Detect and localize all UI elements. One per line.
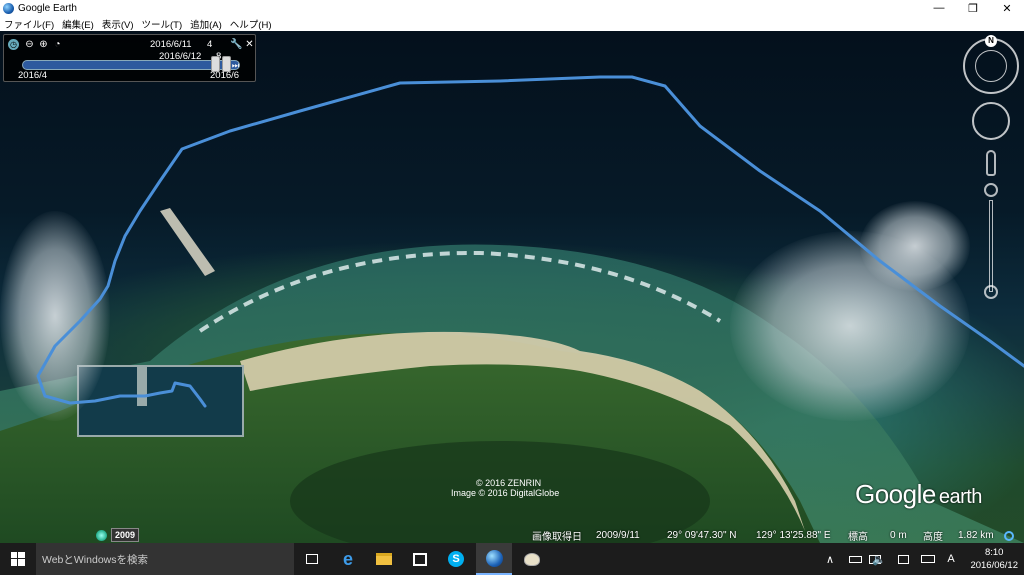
menu-edit[interactable]: 編集(E) [62,17,94,31]
north-icon[interactable]: N [985,35,997,47]
compass-inner[interactable] [975,50,1007,82]
task-view-icon[interactable] [294,543,330,575]
zoom-minus-icon[interactable] [984,285,998,299]
zoom-out-time-icon[interactable]: ⊖ [24,39,35,50]
menu-tools[interactable]: ツール(T) [141,17,182,31]
logo-google: Google [855,479,936,509]
wrench-icon[interactable]: 🔧 [230,39,242,50]
latitude: 29° 09'47.30" N [667,530,737,541]
range-start: 2016/4 [18,70,48,81]
taskbar-search-box[interactable]: WebとWindowsを検索 [36,543,294,575]
copyright-imagery: Image © 2016 DigitalGlobe [451,488,560,498]
menu-bar: ファイル(F) 編集(E) 表示(V) ツール(T) 追加(A) ヘルプ(H) [0,16,1024,31]
store-icon[interactable] [402,543,438,575]
clock-time: 8:10 [984,547,1004,558]
window-controls: — ❐ ✕ [922,0,1024,16]
keyboard-icon[interactable] [918,543,938,575]
edge-browser-icon[interactable]: e [330,543,366,575]
map-viewport[interactable]: N © 2016 ZENRIN Image © 2016 DigitalGlob… [0,31,1024,543]
navigation-controls: N [961,35,1021,299]
time-slider-track[interactable] [22,60,240,70]
elevation-label: 標高 [848,532,868,543]
ime-indicator[interactable]: A [944,543,958,575]
status-bar: 画像取得日 2009/9/11 29° 09'47.30" N 129° 13'… [0,528,1024,543]
altitude-label: 高度 [923,532,943,543]
time-slider-panel: ◷ ⊖ ⊕ ◔ 2016/6/11 4 🔧 ✕ 2016/6/12 8 ⏮ ⏭ … [3,34,256,82]
google-earth-logo: Google earth [855,479,982,510]
capture-date: 2009/9/11 [596,530,640,541]
title-bar: Google Earth — ❐ ✕ [0,0,1024,16]
current-date: 2016/6/11 [150,39,192,50]
volume-icon[interactable]: 🔈 [870,543,888,575]
play-icon[interactable]: ◔ [52,39,63,50]
range-end: 2016/6 [210,70,240,81]
paint-icon[interactable] [514,543,550,575]
window-title: Google Earth [18,2,77,14]
historical-clock-icon[interactable]: ◷ [8,39,19,50]
google-earth-taskbar-icon[interactable] [476,543,512,575]
altitude-value: 1.82 km [958,530,994,541]
capture-label: 画像取得日 [532,532,582,543]
gps-track [36,75,1024,408]
google-earth-app-icon [3,2,14,14]
zoom-slider[interactable] [989,200,993,292]
menu-file[interactable]: ファイル(F) [4,17,54,31]
battery-icon[interactable] [846,543,864,575]
minimize-button[interactable]: — [922,0,956,16]
action-center-icon[interactable] [894,543,912,575]
close-button[interactable]: ✕ [990,0,1024,16]
windows-logo-icon [11,552,25,566]
gps-track-layer [36,75,1024,408]
longitude: 129° 13'25.88" E [756,530,831,541]
copyright-zenrin: © 2016 ZENRIN [476,478,542,488]
show-hidden-icons[interactable]: ∧ [822,543,838,575]
zoom-plus-icon[interactable] [984,183,998,197]
streaming-icon [1004,530,1014,541]
clock-date: 2016/06/12 [970,560,1018,571]
logo-earth: earth [938,486,983,508]
taskbar-clock[interactable]: 8:10 2016/06/12 [970,546,1018,572]
taskbar: WebとWindowsを検索 e S ∧ 🔈 A 8:10 2016/06/12 [0,543,1024,575]
maximize-button[interactable]: ❐ [956,0,990,16]
current-date-suffix: 4 [207,39,213,50]
menu-add[interactable]: 追加(A) [190,17,222,31]
google-earth-window: Google Earth — ❐ ✕ ファイル(F) 編集(E) 表示(V) ツ… [0,0,1024,543]
look-joystick[interactable] [972,102,1010,140]
menu-help[interactable]: ヘルプ(H) [230,17,272,31]
zoom-in-time-icon[interactable]: ⊕ [38,39,49,50]
skype-icon[interactable]: S [438,543,474,575]
street-view-pegman-icon[interactable] [986,150,996,176]
close-time-slider-icon[interactable]: ✕ [244,39,255,50]
elevation-value: 0 m [890,530,907,541]
menu-view[interactable]: 表示(V) [102,17,134,31]
file-explorer-icon[interactable] [366,543,402,575]
start-button[interactable] [0,543,36,575]
